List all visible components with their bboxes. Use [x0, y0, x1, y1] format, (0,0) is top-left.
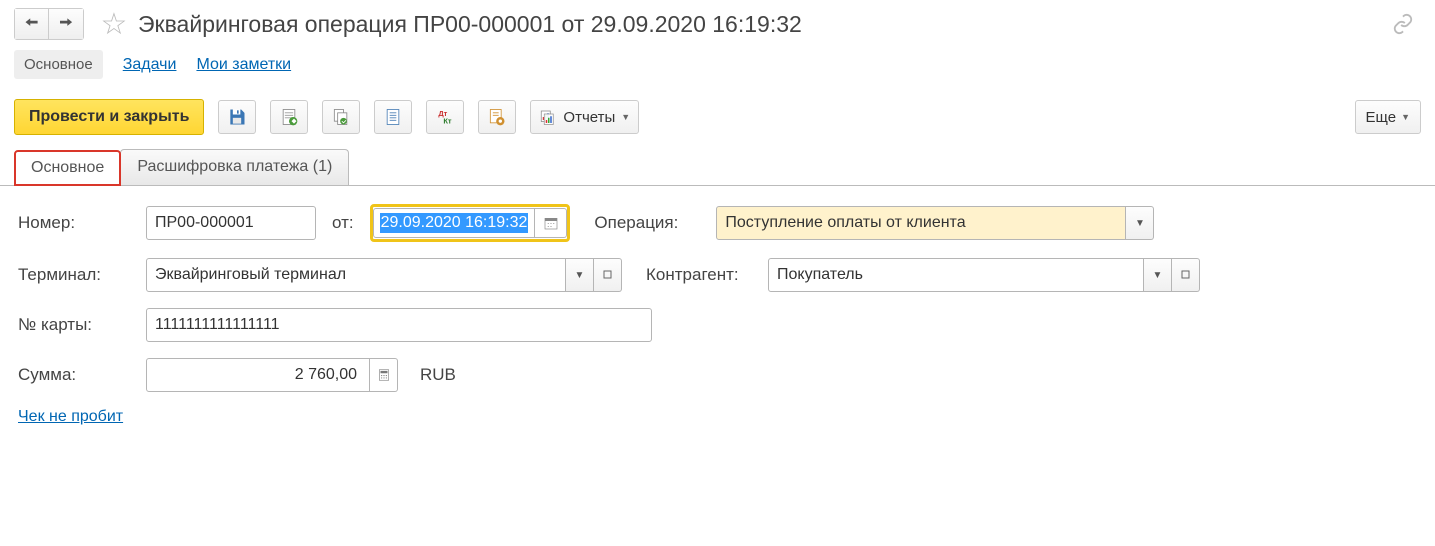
terminal-dropdown-button[interactable]: ▼ — [566, 258, 594, 292]
nav-tab-notes[interactable]: Мои заметки — [196, 56, 291, 74]
copy-document-button[interactable] — [322, 100, 360, 134]
more-dropdown[interactable]: Еще ▼ — [1355, 100, 1421, 134]
page-title: Эквайринговая операция ПР00-000001 от 29… — [138, 11, 1389, 38]
card-label: № карты: — [18, 315, 134, 335]
terminal-open-button[interactable] — [594, 258, 622, 292]
more-label: Еще — [1366, 109, 1397, 126]
from-label: от: — [332, 213, 354, 233]
currency-label: RUB — [420, 365, 456, 385]
counterparty-select[interactable]: Покупатель — [768, 258, 1144, 292]
operation-select[interactable]: Поступление оплаты от клиента — [716, 206, 1126, 240]
date-input[interactable]: 29.09.2020 16:19:32 — [373, 208, 536, 238]
terminal-label: Терминал: — [18, 265, 134, 285]
caret-down-icon: ▼ — [621, 112, 630, 122]
tab-payment-decode[interactable]: Расшифровка платежа (1) — [120, 149, 349, 185]
card-input[interactable] — [146, 308, 652, 342]
calendar-button[interactable] — [535, 208, 567, 238]
debit-credit-button[interactable]: ДтКт — [426, 100, 464, 134]
caret-down-icon: ▼ — [1401, 112, 1410, 122]
favorite-star-icon[interactable]: ☆ — [98, 8, 130, 40]
operation-dropdown-button[interactable]: ▼ — [1126, 206, 1154, 240]
counterparty-open-button[interactable] — [1172, 258, 1200, 292]
forward-button[interactable]: 🠪 — [49, 9, 83, 39]
sum-input[interactable] — [146, 358, 370, 392]
reports-dropdown[interactable]: Отчеты ▼ — [530, 100, 639, 134]
number-label: Номер: — [18, 213, 134, 233]
number-input[interactable] — [146, 206, 316, 240]
document-list-button[interactable] — [374, 100, 412, 134]
nav-history-buttons: 🠨 🠪 — [14, 8, 84, 40]
tab-main[interactable]: Основное — [14, 150, 121, 186]
save-button[interactable] — [218, 100, 256, 134]
operation-label: Операция: — [594, 213, 704, 233]
terminal-select[interactable]: Эквайринговый терминал — [146, 258, 566, 292]
post-button[interactable] — [270, 100, 308, 134]
svg-text:Кт: Кт — [444, 117, 453, 126]
counterparty-label: Контрагент: — [646, 265, 756, 285]
back-button[interactable]: 🠨 — [15, 9, 49, 39]
settings-button[interactable] — [478, 100, 516, 134]
nav-tab-tasks[interactable]: Задачи — [123, 56, 177, 74]
receipt-status-link[interactable]: Чек не пробит — [18, 408, 123, 426]
sum-label: Сумма: — [18, 365, 134, 385]
calculator-button[interactable] — [370, 358, 398, 392]
reports-label: Отчеты — [563, 109, 615, 126]
link-icon[interactable] — [1389, 10, 1417, 38]
post-and-close-button[interactable]: Провести и закрыть — [14, 99, 204, 135]
counterparty-dropdown-button[interactable]: ▼ — [1144, 258, 1172, 292]
nav-tab-main[interactable]: Основное — [14, 50, 103, 79]
